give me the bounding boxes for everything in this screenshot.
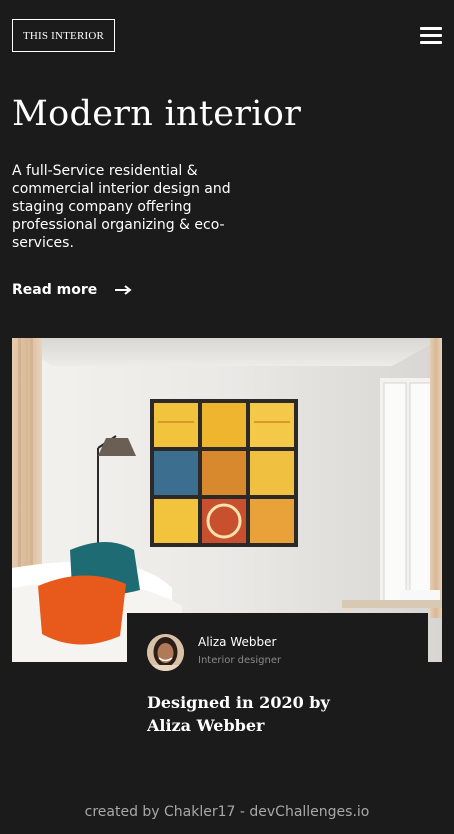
avatar [147, 634, 184, 671]
arrow-right-icon [115, 285, 132, 295]
site-header: THIS INTERIOR [12, 19, 442, 53]
designer-card: Aliza Webber Interior designer Designed … [127, 613, 428, 756]
page-title: Modern interior [12, 94, 302, 134]
author-role: Interior designer [198, 655, 282, 666]
logo[interactable]: THIS INTERIOR [12, 19, 115, 52]
card-title: Designed in 2020 by Aliza Webber [147, 693, 330, 735]
hero-description: A full-Service residential & commercial … [12, 163, 231, 251]
logo-text: THIS INTERIOR [22, 29, 105, 42]
footer-credit: created by Chakler17 - devChallenges.io [84, 804, 370, 820]
read-more-link[interactable]: Read more [12, 280, 132, 300]
read-more-label: Read more [12, 282, 98, 298]
avatar-image [147, 634, 184, 671]
author-name: Aliza Webber [198, 635, 277, 649]
hamburger-menu-icon[interactable] [420, 27, 442, 45]
